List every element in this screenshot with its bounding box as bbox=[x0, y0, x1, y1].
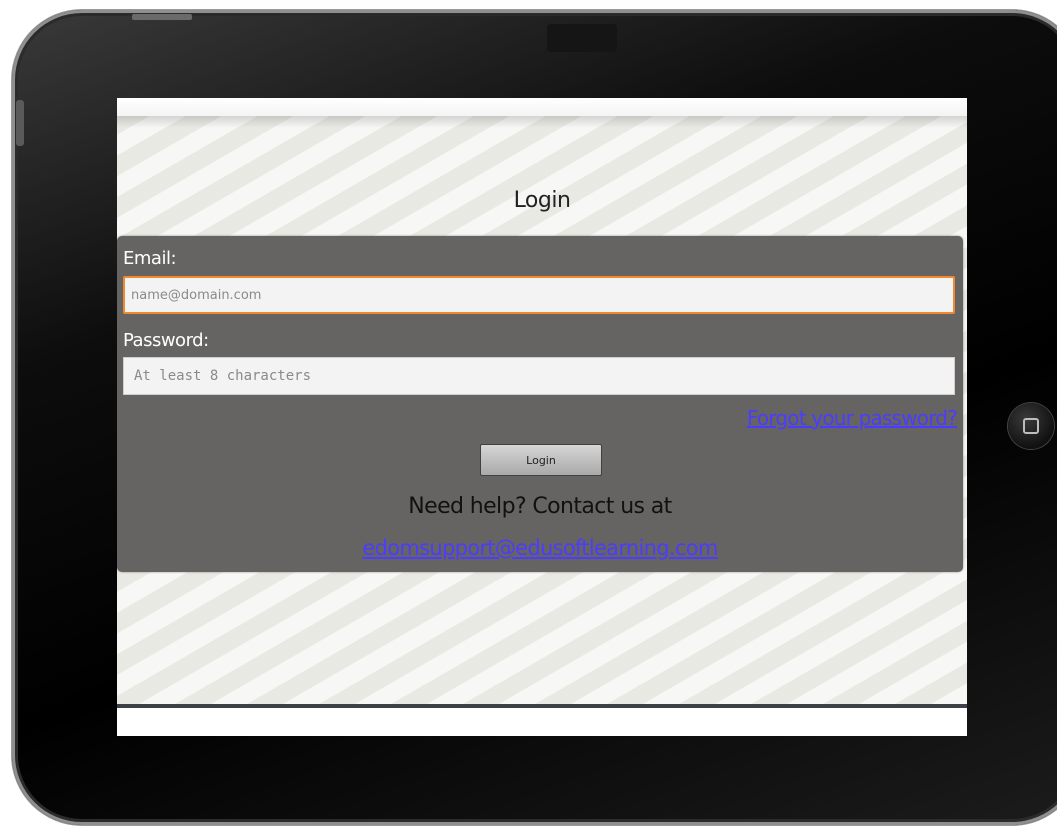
help-text: Need help? Contact us at bbox=[408, 494, 672, 519]
help-email-container: edomsupport@edusoftlearning.com bbox=[117, 536, 963, 560]
login-page: Login Email: Password: Forgot your passw… bbox=[117, 116, 967, 704]
camera-icon bbox=[547, 24, 617, 52]
login-button[interactable]: Login bbox=[480, 444, 602, 476]
password-label: Password: bbox=[123, 330, 209, 351]
bottom-area bbox=[117, 708, 967, 736]
status-bar bbox=[117, 98, 967, 117]
support-email-link[interactable]: edomsupport@edusoftlearning.com bbox=[362, 536, 718, 560]
device-screen: Login Email: Password: Forgot your passw… bbox=[117, 98, 967, 736]
power-button bbox=[132, 14, 192, 20]
page-title: Login bbox=[513, 188, 571, 213]
forgot-password-link[interactable]: Forgot your password? bbox=[747, 406, 958, 430]
email-field[interactable] bbox=[123, 276, 955, 314]
volume-button bbox=[16, 100, 24, 146]
email-label: Email: bbox=[123, 248, 177, 269]
password-field[interactable] bbox=[123, 357, 955, 395]
login-form-panel: Email: Password: Forgot your password? L… bbox=[117, 236, 963, 572]
home-square-icon bbox=[1023, 418, 1039, 434]
home-button[interactable] bbox=[1008, 403, 1054, 449]
